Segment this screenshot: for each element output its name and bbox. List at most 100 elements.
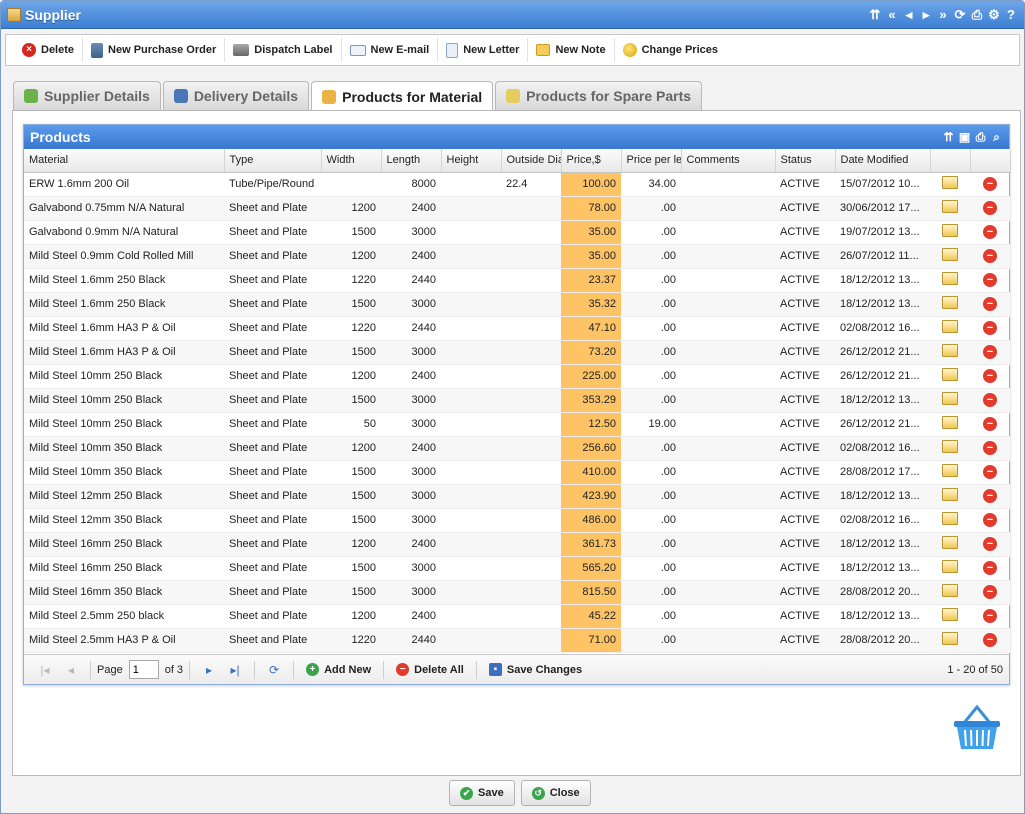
next-record-icon[interactable]: ▸ [919,7,933,23]
new-letter-button[interactable]: New Letter [438,38,529,62]
column-header[interactable]: Date Modified [835,149,931,173]
tab-supplier-details[interactable]: Supplier Details [13,81,161,110]
edit-icon[interactable] [942,248,958,261]
close-button[interactable]: ↺ Close [520,780,591,806]
edit-icon[interactable] [942,632,958,645]
collapse-icon[interactable]: ⇈ [868,7,882,23]
tab-products-for-spare-parts[interactable]: Products for Spare Parts [495,81,703,110]
last-record-icon[interactable]: » [936,7,950,23]
edit-icon[interactable] [942,296,958,309]
column-header[interactable]: Type [224,149,322,173]
edit-icon[interactable] [942,608,958,621]
table-row[interactable]: Mild Steel 0.9mm Cold Rolled Mill Sheet a… [24,244,1010,269]
delete-row-icon[interactable]: − [983,441,997,455]
delete-row-icon[interactable]: − [983,321,997,335]
edit-icon[interactable] [942,368,958,381]
column-header[interactable]: Outside Dia [501,149,562,173]
table-row[interactable]: Mild Steel 1.6mm HA3 P & Oil Sheet and Pl… [24,340,1010,365]
search-icon[interactable]: ⌕ [990,130,1003,145]
edit-icon[interactable] [942,224,958,237]
edit-icon[interactable] [942,176,958,189]
column-header[interactable]: Length [381,149,442,173]
column-header[interactable]: Height [441,149,502,173]
delete-row-icon[interactable]: − [983,369,997,383]
edit-icon[interactable] [942,488,958,501]
save-button[interactable]: ✔ Save [449,780,515,806]
edit-icon[interactable] [942,440,958,453]
print-icon[interactable]: ⎙ [970,7,984,23]
settings-icon[interactable]: ⚙ [987,7,1001,23]
table-row[interactable]: Mild Steel 2.5mm 250 black Sheet and Plat… [24,604,1010,629]
delete-row-icon[interactable]: − [983,489,997,503]
delete-row-icon[interactable]: − [983,345,997,359]
delete-row-icon[interactable]: − [983,417,997,431]
delete-row-icon[interactable]: − [983,393,997,407]
edit-icon[interactable] [942,272,958,285]
edit-icon[interactable] [942,392,958,405]
delete-row-icon[interactable]: − [983,249,997,263]
table-row[interactable]: Galvabond 0.75mm N/A Natural Sheet and Pl… [24,196,1010,221]
table-row[interactable]: ERW 1.6mm 200 Oil Tube/Pipe/Round 8000 22.4… [24,172,1010,197]
edit-icon[interactable] [942,200,958,213]
refresh-icon[interactable]: ⟳ [953,7,967,23]
delete-row-icon[interactable]: − [983,201,997,215]
tab-products-for-material[interactable]: Products for Material [311,81,494,111]
new-purchase-order-button[interactable]: New Purchase Order [83,38,226,62]
table-row[interactable]: Mild Steel 10mm 350 Black Sheet and Plate… [24,436,1010,461]
collapse-icon[interactable]: ⇈ [942,130,955,145]
new-note-button[interactable]: New Note [528,38,615,62]
table-row[interactable]: Mild Steel 10mm 350 Black Sheet and Plate… [24,460,1010,485]
table-row[interactable]: Mild Steel 12mm 250 Black Sheet and Plate… [24,484,1010,509]
column-header[interactable]: Status [775,149,836,173]
edit-icon[interactable] [942,584,958,597]
table-row[interactable]: Galvabond 0.9mm N/A Natural Sheet and Pla… [24,220,1010,245]
save-icon[interactable]: ▣ [958,130,971,145]
delete-row-icon[interactable]: − [983,465,997,479]
table-row[interactable]: Mild Steel 1.6mm HA3 P & Oil Sheet and Pl… [24,316,1010,341]
table-row[interactable]: Mild Steel 10mm 250 Black Sheet and Plate… [24,364,1010,389]
table-row[interactable]: Mild Steel 16mm 350 Black Sheet and Plate… [24,580,1010,605]
table-row[interactable]: Mild Steel 10mm 250 Black Sheet and Plate… [24,388,1010,413]
delete-row-icon[interactable]: − [983,609,997,623]
delete-all-button[interactable]: − Delete All [390,663,470,676]
table-row[interactable]: Mild Steel 12mm 350 Black Sheet and Plate… [24,508,1010,533]
page-number-input[interactable] [128,660,159,679]
change-prices-button[interactable]: Change Prices [615,38,726,62]
edit-icon[interactable] [942,344,958,357]
help-icon[interactable]: ? [1004,7,1018,23]
delete-row-icon[interactable]: − [983,561,997,575]
edit-icon[interactable] [942,416,958,429]
edit-icon[interactable] [942,560,958,573]
last-page-icon[interactable]: ▸| [227,663,243,677]
table-row[interactable]: Mild Steel 1.6mm 250 Black Sheet and Plat… [24,292,1010,317]
column-header[interactable]: Comments [681,149,776,173]
shopping-basket-icon[interactable] [950,701,1004,755]
table-row[interactable]: Mild Steel 1.6mm 250 Black Sheet and Plat… [24,268,1010,293]
delete-row-icon[interactable]: − [983,177,997,191]
save-changes-button[interactable]: ▪ Save Changes [483,663,588,676]
prev-record-icon[interactable]: ◂ [902,7,916,23]
table-row[interactable]: Mild Steel 10mm 250 Black Sheet and Plate… [24,412,1010,437]
add-new-button[interactable]: + Add New [300,663,377,676]
dispatch-label-button[interactable]: Dispatch Label [225,38,342,62]
next-page-icon[interactable]: ▸ [201,663,217,677]
edit-icon[interactable] [942,536,958,549]
delete-row-icon[interactable]: − [983,585,997,599]
delete-row-icon[interactable]: − [983,513,997,527]
edit-icon[interactable] [942,464,958,477]
edit-icon[interactable] [942,320,958,333]
column-header[interactable]: Width [321,149,382,173]
delete-row-icon[interactable]: − [983,297,997,311]
refresh-icon[interactable]: ⟳ [266,663,282,677]
delete-row-icon[interactable]: − [983,225,997,239]
column-header[interactable]: Price per le [621,149,682,173]
delete-button[interactable]: × Delete [14,38,84,62]
print-icon[interactable]: ⎙ [974,130,987,145]
tab-delivery-details[interactable]: Delivery Details [162,81,310,110]
delete-row-icon[interactable]: − [983,537,997,551]
table-row[interactable]: Mild Steel 16mm 250 Black Sheet and Plate… [24,532,1010,557]
column-header[interactable] [930,149,971,173]
table-row[interactable]: Mild Steel 2.5mm HA3 P & Oil Sheet and Pl… [24,628,1010,653]
first-page-icon[interactable]: |◂ [37,663,53,677]
edit-icon[interactable] [942,512,958,525]
